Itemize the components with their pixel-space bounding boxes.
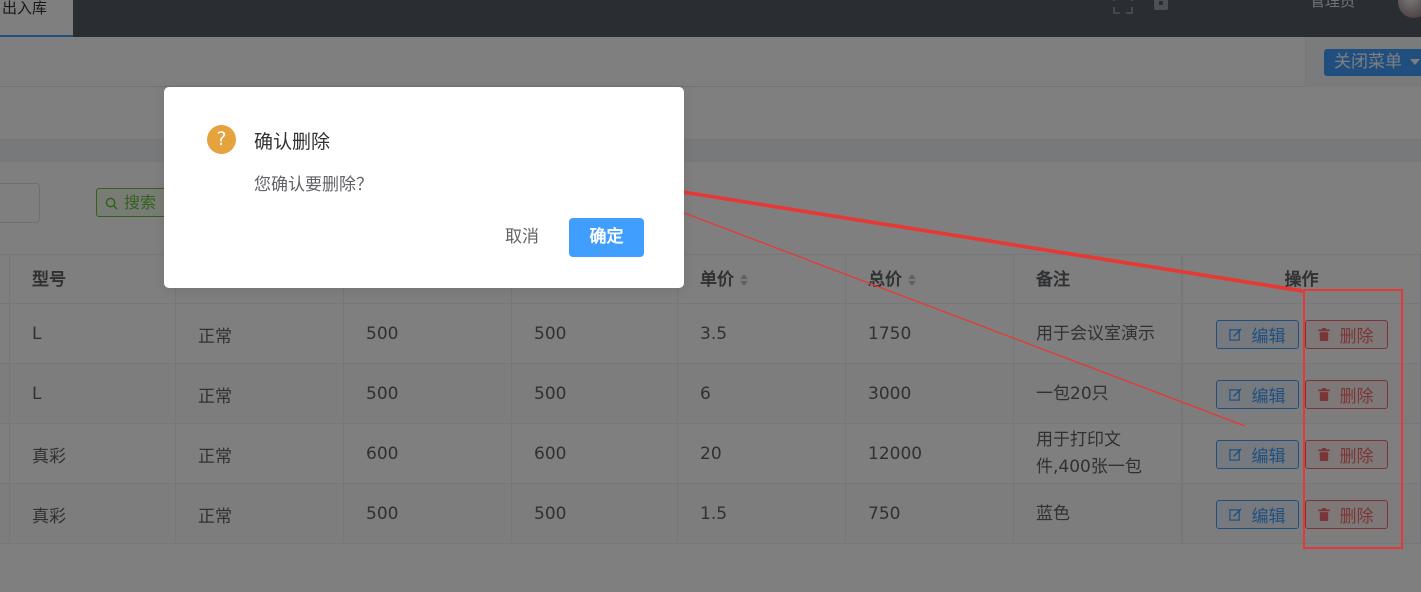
- confirm-dialog: ? 确认删除 您确认要删除？ 取消 确定: [164, 87, 684, 288]
- warning-icon: ?: [207, 125, 236, 154]
- confirm-button[interactable]: 确定: [569, 218, 644, 257]
- app-root: 出入库 管理员 关闭菜单 搜索 型号 单价 总价 备: [0, 0, 1421, 592]
- cancel-button[interactable]: 取消: [486, 218, 558, 257]
- dialog-title: 确认删除: [254, 131, 331, 153]
- annotation-highlight-box: [1303, 289, 1403, 549]
- dialog-message: 您确认要删除？: [254, 175, 373, 195]
